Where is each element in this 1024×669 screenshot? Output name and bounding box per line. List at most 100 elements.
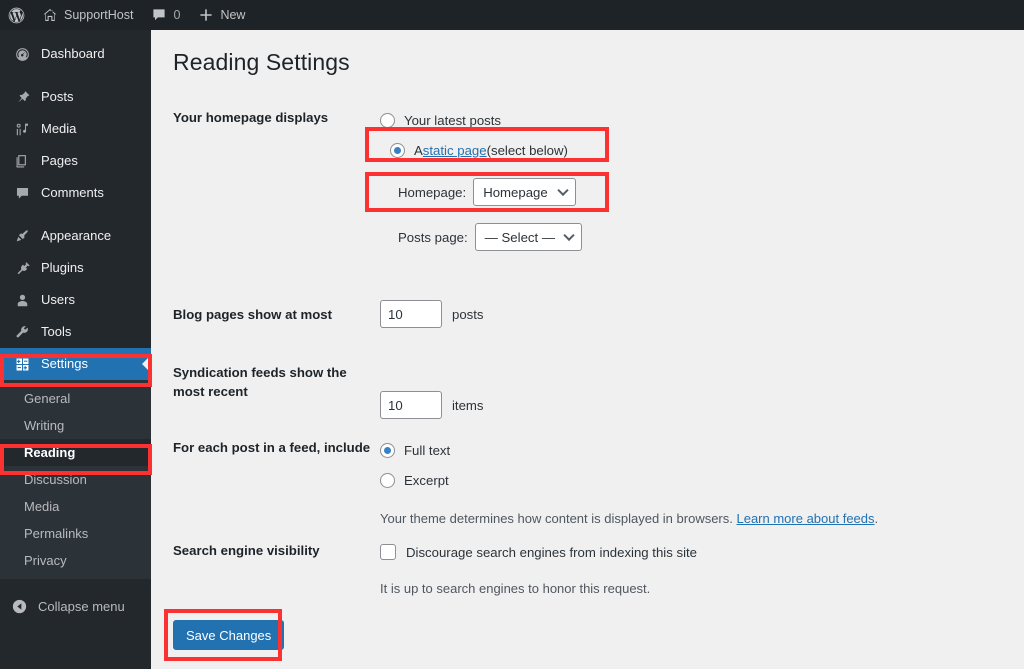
chevron-down-icon <box>563 229 575 242</box>
sidebar-subitem-writing[interactable]: Writing <box>0 412 151 439</box>
save-changes-button[interactable]: Save Changes <box>173 620 285 650</box>
sidebar-item-tools[interactable]: Tools <box>0 316 151 348</box>
static-page-link[interactable]: static page <box>423 143 487 158</box>
radio-static-page-control[interactable] <box>390 142 405 158</box>
wrench-icon <box>12 324 32 341</box>
sidebar-item-label: Posts <box>41 89 74 104</box>
homepage-select-label: Homepage: <box>398 184 467 200</box>
blog-pages-input[interactable] <box>380 300 442 328</box>
syndication-feeds-field: items <box>380 391 484 419</box>
sidebar-item-label: Dashboard <box>41 46 105 61</box>
settings-sliders-icon <box>12 356 32 373</box>
radio-static-page[interactable]: A static page (select below) <box>380 138 582 162</box>
collapse-arrow-icon <box>11 598 28 615</box>
search-visibility-field: Discourage search engines from indexing … <box>380 541 697 598</box>
wordpress-admin-screen: SupportHost 0 New Dashboard Posts Media … <box>0 0 1024 669</box>
save-button-wrapper: Save Changes <box>173 620 285 650</box>
dashboard-gauge-icon <box>12 46 32 63</box>
learn-more-feeds-link[interactable]: Learn more about feeds <box>736 511 874 526</box>
pages-icon <box>12 153 32 170</box>
sidebar-item-pages[interactable]: Pages <box>0 145 151 177</box>
paintbrush-icon <box>12 228 32 245</box>
radio-static-page-prefix: A <box>414 142 423 158</box>
sidebar-item-media[interactable]: Media <box>0 113 151 145</box>
posts-page-select-row: Posts page: — Select — <box>380 223 583 251</box>
blog-pages-unit: posts <box>452 306 484 322</box>
wordpress-logo-menu[interactable] <box>0 0 33 30</box>
discourage-search-engines-checkbox[interactable] <box>380 544 396 560</box>
sidebar-item-label: Users <box>41 292 75 307</box>
radio-latest-posts-label: Your latest posts <box>404 112 502 128</box>
feed-include-description: Your theme determines how content is dis… <box>380 509 878 528</box>
feed-description-end: . <box>874 511 879 526</box>
radio-excerpt[interactable]: Excerpt <box>380 468 878 492</box>
admin-bar: SupportHost 0 New <box>0 0 1024 30</box>
discourage-search-engines-label: Discourage search engines from indexing … <box>406 544 698 560</box>
posts-page-select-label: Posts page: <box>398 229 468 245</box>
search-visibility-note: It is up to search engines to honor this… <box>380 581 651 596</box>
chevron-down-icon <box>557 184 569 197</box>
settings-submenu: General Writing Reading Discussion Media… <box>0 380 151 579</box>
sidebar-subitem-privacy[interactable]: Privacy <box>0 547 151 574</box>
sidebar-item-users[interactable]: Users <box>0 284 151 316</box>
radio-full-text-control[interactable] <box>380 442 395 458</box>
sidebar-separator <box>0 70 151 81</box>
wordpress-logo-icon <box>8 7 25 24</box>
feed-include-field: Full text Excerpt Your theme determines … <box>380 438 878 528</box>
homepage-select[interactable]: Homepage <box>473 178 577 206</box>
sidebar-item-label: Appearance <box>41 228 112 243</box>
user-icon <box>12 292 32 309</box>
media-music-icon <box>12 121 32 138</box>
sidebar-subitem-reading[interactable]: Reading <box>0 439 151 466</box>
sidebar-item-label: Comments <box>41 185 104 200</box>
discourage-search-engines-option[interactable]: Discourage search engines from indexing … <box>380 541 697 563</box>
collapse-menu-label: Collapse menu <box>38 598 125 614</box>
sidebar-item-dashboard[interactable]: Dashboard <box>0 38 151 70</box>
site-name-label: SupportHost <box>64 8 134 22</box>
sidebar-item-posts[interactable]: Posts <box>0 81 151 113</box>
comment-bubble-icon <box>151 7 167 23</box>
sidebar-subitem-discussion[interactable]: Discussion <box>0 466 151 493</box>
sidebar-subitem-permalinks[interactable]: Permalinks <box>0 520 151 547</box>
syndication-feeds-input[interactable] <box>380 391 442 419</box>
radio-full-text-label: Full text <box>404 442 451 458</box>
new-label: New <box>220 8 246 22</box>
sidebar-item-label: Plugins <box>41 260 84 275</box>
homepage-select-row: Homepage: Homepage <box>380 178 582 206</box>
sidebar-item-plugins[interactable]: Plugins <box>0 252 151 284</box>
home-icon <box>42 7 58 23</box>
admin-sidebar-menu: Dashboard Posts Media Pages Comments App… <box>0 30 151 669</box>
blog-pages-label: Blog pages show at most <box>173 307 333 322</box>
radio-static-page-suffix: (select below) <box>486 142 568 158</box>
sidebar-item-label: Tools <box>41 324 72 339</box>
radio-latest-posts-control[interactable] <box>380 112 395 128</box>
pushpin-icon <box>12 89 32 106</box>
site-name-menu[interactable]: SupportHost <box>33 0 142 30</box>
sidebar-item-settings[interactable]: Settings <box>0 348 151 380</box>
collapse-menu-button[interactable]: Collapse menu <box>0 589 151 623</box>
syndication-feeds-label: Syndication feeds show the most recent <box>173 365 347 399</box>
comments-menu[interactable]: 0 <box>142 0 189 30</box>
new-content-menu[interactable]: New <box>189 0 254 30</box>
sidebar-item-comments[interactable]: Comments <box>0 177 151 209</box>
sidebar-item-label: Pages <box>41 153 78 168</box>
homepage-select-value: Homepage <box>483 184 548 200</box>
posts-page-select[interactable]: — Select — <box>474 223 583 251</box>
homepage-displays-row: Your homepage displays Your latest posts… <box>173 108 993 273</box>
sidebar-item-label: Media <box>41 121 77 136</box>
feed-description-text: Your theme determines how content is dis… <box>380 511 737 526</box>
radio-latest-posts[interactable]: Your latest posts <box>380 108 582 132</box>
radio-full-text[interactable]: Full text <box>380 438 878 462</box>
submenu-arrow-icon <box>142 356 150 372</box>
posts-page-select-value: — Select — <box>484 229 556 245</box>
sidebar-item-appearance[interactable]: Appearance <box>0 220 151 252</box>
sidebar-subitem-media[interactable]: Media <box>0 493 151 520</box>
main-content-area: Reading Settings Your homepage displays … <box>151 30 1024 669</box>
page-title: Reading Settings <box>173 49 350 75</box>
sidebar-item-label: Settings <box>41 356 88 371</box>
comments-count: 0 <box>173 8 181 22</box>
radio-excerpt-control[interactable] <box>380 472 395 488</box>
sidebar-subitem-general[interactable]: General <box>0 385 151 412</box>
sidebar-separator <box>0 209 151 220</box>
homepage-displays-field: Your latest posts A static page (select … <box>380 108 583 251</box>
